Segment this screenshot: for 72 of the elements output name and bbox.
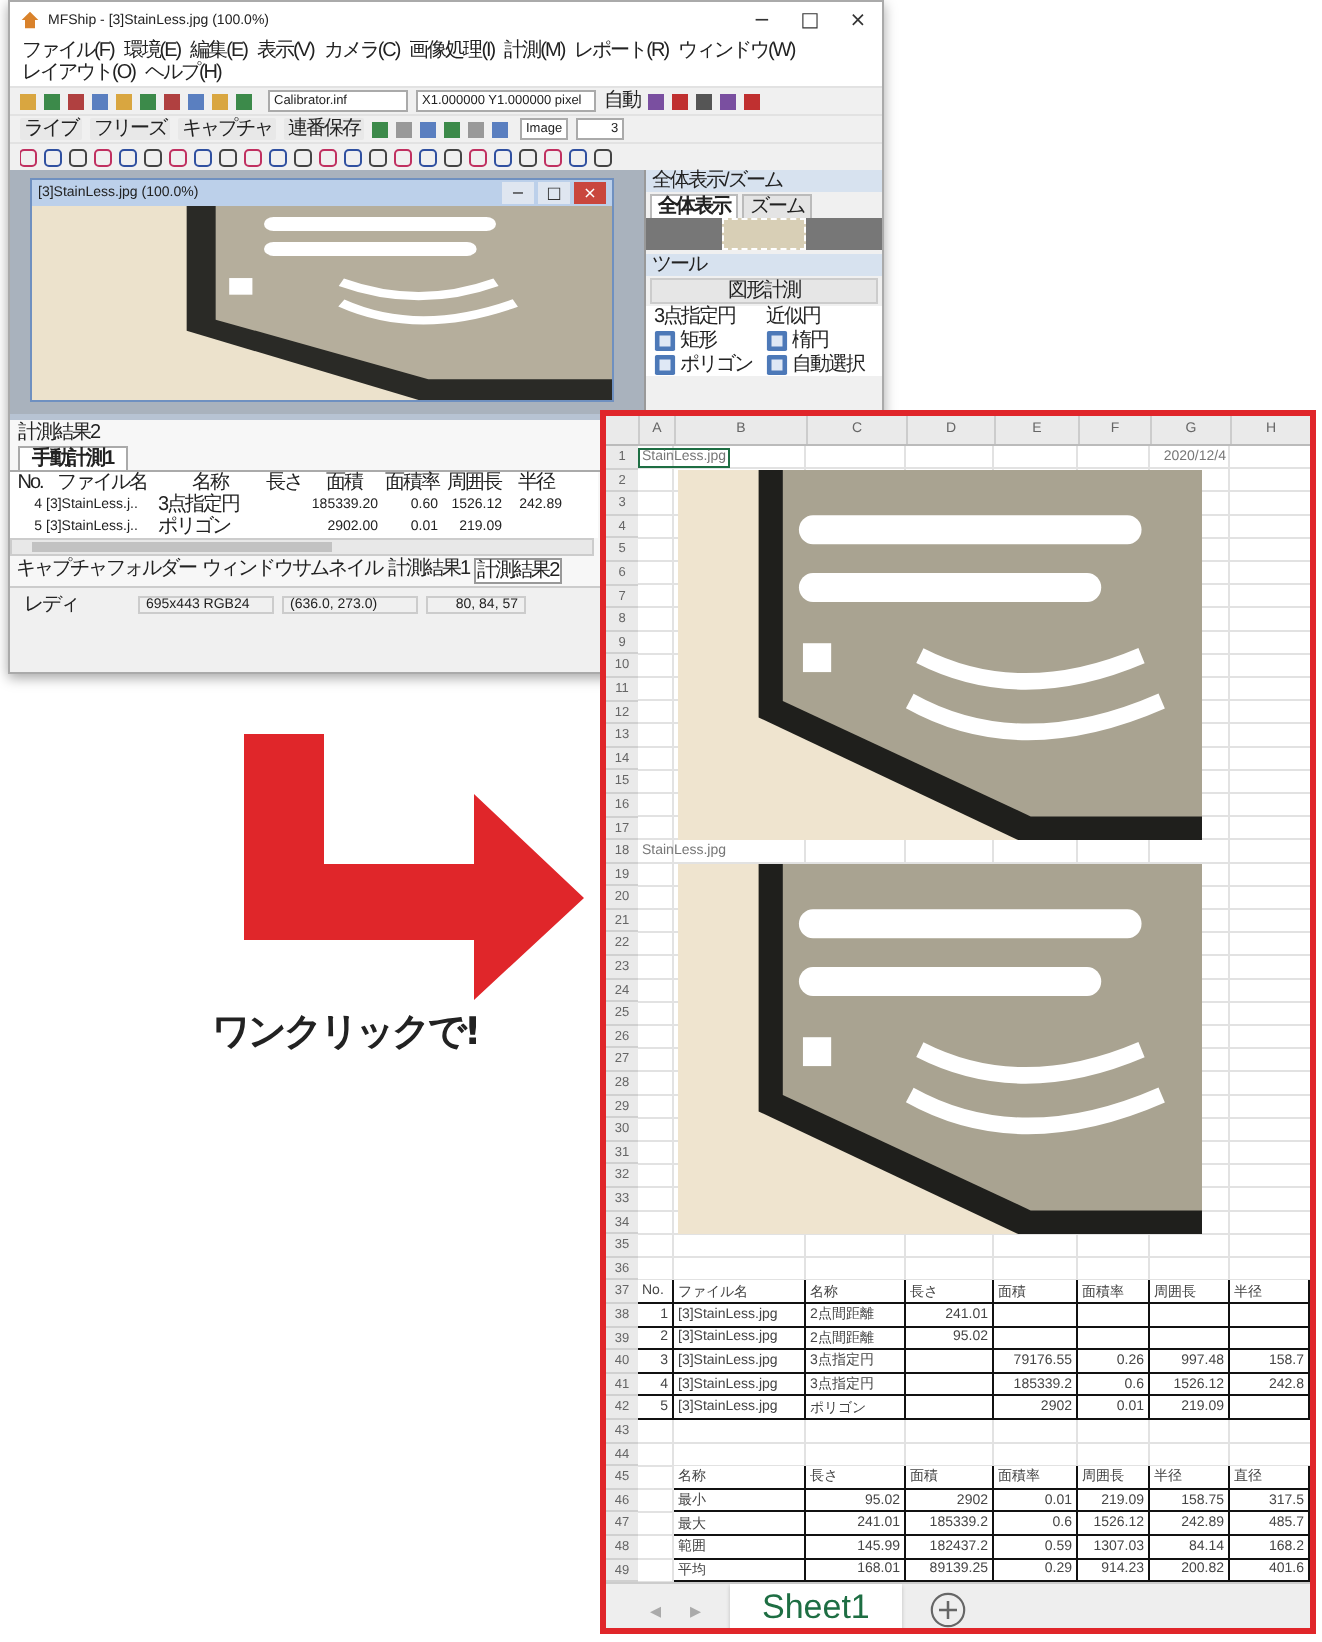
tool-icon[interactable] xyxy=(766,354,788,376)
column-header: 周囲長 xyxy=(445,472,504,494)
mode-label: 自動 xyxy=(604,90,640,112)
column-header: 面積率 xyxy=(383,472,442,494)
sheet-tab[interactable]: Sheet1 xyxy=(730,1584,902,1628)
menu-item[interactable]: カメラ(C) xyxy=(323,40,400,62)
panel-tab[interactable]: ウィンドウサムネイル xyxy=(200,558,384,584)
panel-tab[interactable]: 全体表示 xyxy=(650,194,738,218)
table-cell xyxy=(1230,1327,1310,1351)
menu-item[interactable]: 環境(E) xyxy=(123,40,181,62)
tool-icon[interactable] xyxy=(654,354,676,376)
panel-tab[interactable]: キャプチャフォルダー xyxy=(14,558,198,584)
tool-label[interactable]: 自動選択 xyxy=(792,354,864,376)
status-text: レディ xyxy=(22,592,80,618)
table-cell-text: 3点指定円 xyxy=(158,494,242,516)
tool-label[interactable]: 3点指定円 xyxy=(654,306,762,328)
window-control-button[interactable]: □ xyxy=(786,4,834,36)
menu-item[interactable]: 表示(V) xyxy=(256,40,314,62)
window-control-button[interactable]: □ xyxy=(538,182,570,204)
toolbar-button[interactable]: キャプチャ xyxy=(178,118,276,140)
section-header: 図形計測 xyxy=(650,278,878,304)
panel-tab[interactable]: 計測結果2 xyxy=(473,558,563,584)
menu-item[interactable]: ファイル(F) xyxy=(22,40,114,62)
column-header: ファイル名 xyxy=(55,472,149,494)
caption-text: ワンクリックで! xyxy=(212,1008,480,1058)
table-cell xyxy=(994,1303,1078,1328)
window-control-button[interactable]: × xyxy=(834,4,882,36)
toolbar-button[interactable]: 連番保存 xyxy=(284,118,364,140)
column-header: 名称 xyxy=(192,472,231,494)
table-cell xyxy=(906,1350,994,1374)
table-cell-text: ポリゴン xyxy=(158,516,232,538)
window-control-button[interactable]: − xyxy=(738,4,786,36)
tool-label[interactable]: ポリゴン xyxy=(680,354,752,376)
house-logo-icon xyxy=(20,10,40,30)
horizontal-scrollbar[interactable] xyxy=(10,538,594,556)
table-cell xyxy=(1078,1303,1150,1328)
window-control-button[interactable]: × xyxy=(574,182,606,204)
table-cell xyxy=(1078,1327,1150,1351)
table-cell xyxy=(994,1327,1078,1351)
column-header: 長さ xyxy=(264,472,304,494)
tool-label[interactable]: 矩形 xyxy=(680,330,716,352)
table-cell xyxy=(906,1396,994,1420)
column-header: No. xyxy=(15,472,45,494)
menu-item[interactable]: ウィンドウ(W) xyxy=(678,40,795,62)
tool-label[interactable]: 近似円 xyxy=(766,306,874,328)
toolbar-button[interactable]: フリーズ xyxy=(90,118,170,140)
menu-item[interactable]: 計測(M) xyxy=(504,40,565,62)
column-header: 半径 xyxy=(516,472,557,494)
panel-title: 全体表示/ズーム xyxy=(646,170,882,192)
table-cell xyxy=(1230,1303,1310,1328)
table-cell xyxy=(1150,1327,1230,1351)
toolbar-button[interactable]: ライブ xyxy=(20,118,82,140)
menu-item[interactable]: 画像処理(I) xyxy=(409,40,495,62)
tool-icon[interactable] xyxy=(654,330,676,352)
sheet-tab[interactable]: 手動計測1 xyxy=(18,446,128,470)
panel-title: 計測結果2 xyxy=(16,420,102,446)
table-cell xyxy=(906,1373,994,1397)
column-header: 面積 xyxy=(324,472,365,494)
toolbar-icons-drawing[interactable] xyxy=(372,119,512,139)
add-sheet-icon[interactable] xyxy=(929,1592,966,1628)
arrow-icon xyxy=(244,734,584,1000)
table-cell xyxy=(1150,1303,1230,1328)
tool-label[interactable]: 楕円 xyxy=(792,330,828,352)
menu-item[interactable]: レポート(R) xyxy=(574,40,669,62)
window-control-button[interactable]: − xyxy=(502,182,534,204)
panel-title: ツール xyxy=(646,254,882,276)
tool-icon[interactable] xyxy=(766,330,788,352)
menu-item[interactable]: ヘルプ(H) xyxy=(144,62,221,84)
menu-item[interactable]: 編集(E) xyxy=(190,40,247,62)
menu-item[interactable]: レイアウト(O) xyxy=(22,62,135,84)
panel-tab[interactable]: ズーム xyxy=(742,194,812,218)
panel-tab[interactable]: 計測結果1 xyxy=(386,558,472,584)
